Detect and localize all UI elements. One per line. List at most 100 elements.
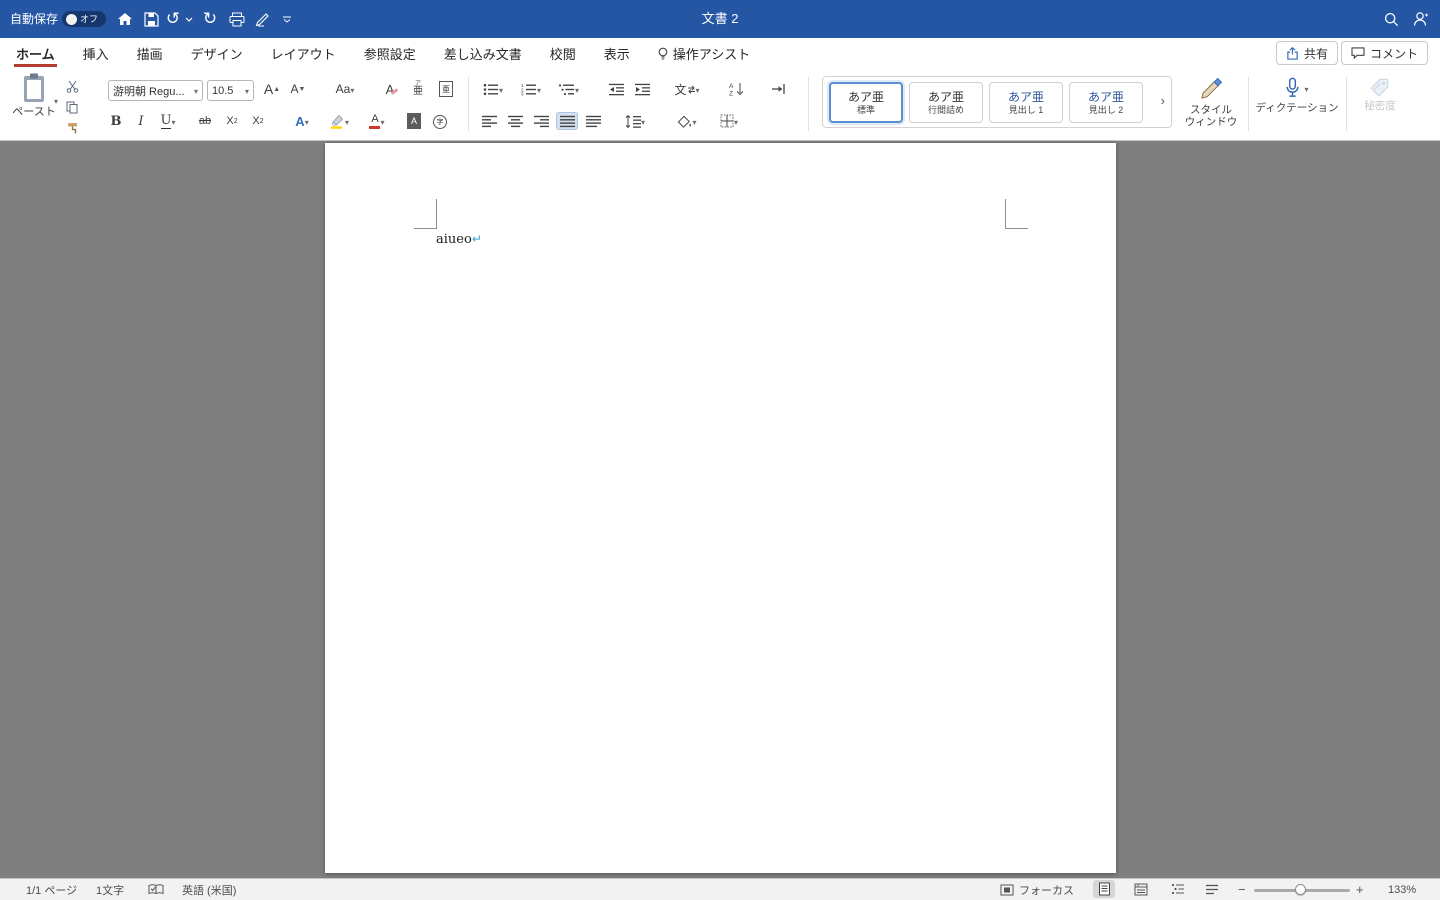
search-icon[interactable]: [1382, 0, 1400, 38]
dictation-chevron-icon: [1304, 79, 1308, 97]
style-card-heading2[interactable]: あア亜 見出し 2: [1069, 82, 1143, 123]
word-count[interactable]: 1文字: [96, 879, 124, 900]
spellcheck-icon[interactable]: [148, 879, 164, 900]
tab-layout[interactable]: レイアウト: [269, 39, 338, 67]
page-count[interactable]: 1/1 ページ: [26, 879, 77, 900]
format-painter-icon[interactable]: [63, 120, 81, 136]
document-page[interactable]: aiueo↵: [325, 143, 1116, 873]
cut-icon[interactable]: [63, 78, 81, 94]
font-name-select[interactable]: 游明朝 Regu...: [108, 80, 203, 101]
style-preview: あア亜: [1007, 89, 1044, 104]
numbering-button[interactable]: 123: [516, 80, 546, 98]
copy-icon[interactable]: [63, 99, 81, 115]
style-card-normal[interactable]: あア亜 標準: [829, 82, 903, 123]
tab-review[interactable]: 校閲: [548, 39, 578, 67]
tab-mailings[interactable]: 差し込み文書: [442, 39, 524, 67]
highlight-color-button[interactable]: [324, 111, 354, 131]
view-web-layout-button[interactable]: [1130, 880, 1152, 898]
tab-home[interactable]: ホーム: [14, 39, 57, 67]
style-card-no-spacing[interactable]: あア亜 行間詰め: [909, 82, 983, 123]
styles-gallery-more-icon[interactable]: ›: [1161, 93, 1165, 108]
increase-indent-button[interactable]: [632, 80, 654, 98]
sort-button[interactable]: AZ: [724, 78, 748, 100]
styles-brush-icon: [1201, 77, 1223, 99]
text-effects-button[interactable]: A: [288, 111, 316, 131]
line-spacing-button[interactable]: [620, 112, 650, 130]
body-text[interactable]: aiueo↵: [436, 232, 482, 247]
account-person-icon[interactable]: [1410, 0, 1432, 38]
style-preview: あア亜: [927, 89, 964, 104]
character-shading-button[interactable]: A: [404, 111, 424, 131]
align-center-button[interactable]: [504, 112, 526, 130]
bullets-button[interactable]: [478, 80, 508, 98]
formatting-marks-button[interactable]: [766, 79, 790, 99]
superscript-button[interactable]: X2: [248, 111, 268, 131]
shading-button[interactable]: [672, 112, 702, 130]
font-size-value: 10.5: [212, 84, 234, 97]
style-card-heading1[interactable]: あア亜 見出し 1: [989, 82, 1063, 123]
zoom-slider-knob[interactable]: [1295, 884, 1306, 895]
zoom-out-button[interactable]: −: [1238, 879, 1246, 900]
strikethrough-label: ab: [198, 115, 212, 127]
subscript-base: X: [226, 115, 234, 127]
dictation-button[interactable]: ディクテーション: [1255, 77, 1339, 114]
enclose-circle-button[interactable]: 字: [430, 112, 450, 132]
align-left-button[interactable]: [478, 112, 500, 130]
style-label: 標準: [856, 104, 875, 115]
zoom-in-button[interactable]: +: [1356, 879, 1364, 900]
phonetic-ruby-button[interactable]: ア亜: [408, 77, 428, 101]
asian-layout-button[interactable]: 文: [672, 79, 702, 99]
paste-button[interactable]: ペースト: [10, 73, 58, 136]
decrease-indent-button[interactable]: [606, 80, 628, 98]
tab-tell-me[interactable]: 操作アシスト: [656, 39, 752, 67]
tab-draw[interactable]: 描画: [135, 39, 165, 67]
multilevel-list-button[interactable]: [554, 80, 584, 98]
share-button[interactable]: 共有: [1275, 41, 1338, 65]
multilevel-chevron-icon: [575, 80, 579, 98]
change-case-button[interactable]: Aa: [330, 79, 360, 99]
body-text-run: aiueo: [436, 232, 472, 247]
view-draft-button[interactable]: [1201, 880, 1223, 898]
enclose-characters-button[interactable]: 亜: [436, 78, 456, 100]
styles-window-button[interactable]: スタイル ウィンドウ: [1178, 77, 1244, 128]
comments-label: コメント: [1369, 46, 1418, 61]
grow-font-label: A: [263, 81, 274, 97]
font-color-button[interactable]: A: [362, 110, 392, 132]
tab-insert[interactable]: 挿入: [81, 39, 111, 67]
tab-view[interactable]: 表示: [602, 39, 632, 67]
borders-chevron-icon: [734, 112, 738, 130]
lightbulb-icon: [658, 47, 668, 59]
borders-button[interactable]: [714, 112, 744, 130]
focus-mode-button[interactable]: フォーカス: [1000, 879, 1074, 900]
bold-label: B: [110, 113, 122, 129]
sensitivity-badge-icon: [1370, 78, 1389, 97]
distribute-text-button[interactable]: [582, 112, 604, 130]
underline-button[interactable]: U: [154, 111, 182, 131]
justify-button[interactable]: [556, 112, 578, 130]
language-indicator[interactable]: 英語 (米国): [182, 879, 236, 900]
dictation-label: ディクテーション: [1255, 102, 1339, 114]
ribbon-home: ペースト 游明朝 Regu... 10.5 A▲ A▼ Aa A ア亜 亜 B …: [0, 68, 1440, 141]
formatting-marks-icon: [771, 84, 785, 94]
tab-design[interactable]: デザイン: [189, 39, 245, 67]
paragraph-return-mark: ↵: [471, 232, 482, 246]
zoom-level[interactable]: 133%: [1388, 879, 1416, 900]
align-right-button[interactable]: [530, 112, 552, 130]
view-outline-button[interactable]: [1167, 880, 1189, 898]
view-print-layout-button[interactable]: [1093, 880, 1115, 898]
subscript-button[interactable]: X2: [222, 111, 242, 131]
italic-button[interactable]: I: [132, 111, 150, 131]
bold-button[interactable]: B: [106, 111, 126, 131]
shrink-font-button[interactable]: A ▼: [287, 79, 309, 99]
strikethrough-button[interactable]: ab: [194, 111, 216, 131]
bullets-chevron-icon: [499, 80, 503, 98]
clear-formatting-button[interactable]: A: [381, 79, 403, 99]
asian-layout-label: 文: [674, 82, 687, 97]
numbered-list-icon: 123: [521, 83, 536, 96]
comments-button[interactable]: コメント: [1340, 41, 1428, 65]
tab-references[interactable]: 参照設定: [362, 39, 418, 67]
font-size-select[interactable]: 10.5: [207, 80, 254, 101]
margin-crop-mark: [414, 228, 437, 229]
grow-font-button[interactable]: A ▲: [261, 79, 283, 99]
paste-chevron-icon[interactable]: [54, 91, 58, 109]
